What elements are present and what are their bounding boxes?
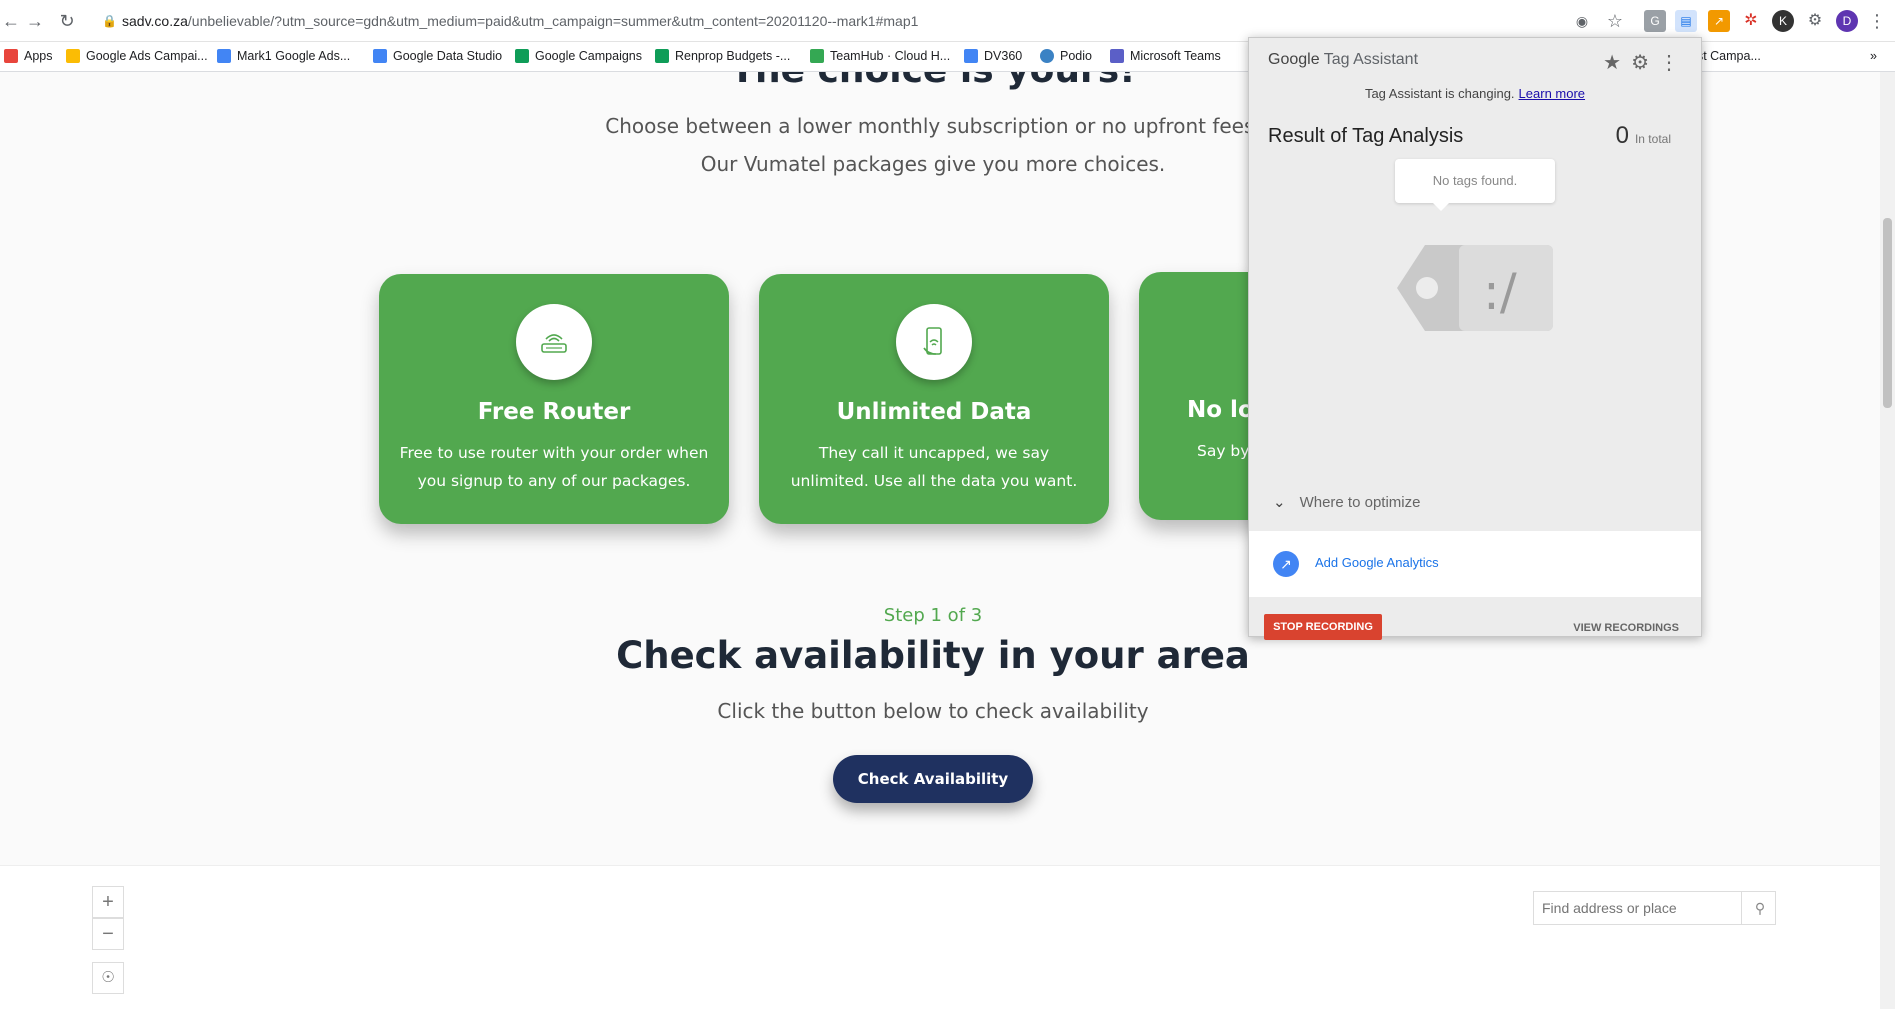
add-google-analytics-row[interactable]: ↗ Add Google Analytics xyxy=(1249,531,1701,597)
bookmark-mark1-google-ads[interactable]: Mark1 Google Ads... xyxy=(217,49,350,63)
bookmark-google-campaigns[interactable]: Google Campaigns xyxy=(515,49,642,63)
teamhub-icon xyxy=(810,49,824,63)
search-icon[interactable]: ⚲ xyxy=(1744,892,1776,924)
add-google-analytics-link[interactable]: Add Google Analytics xyxy=(1315,555,1439,570)
analytics-extension-icon[interactable]: ↗ xyxy=(1708,10,1730,32)
tag-assistant-brand: Google Tag Assistant xyxy=(1268,51,1418,69)
bookmark-label: Google Ads Campai... xyxy=(86,49,208,63)
extensions-puzzle-icon[interactable]: ⚙ xyxy=(1804,10,1826,32)
map-search-input[interactable] xyxy=(1534,892,1742,924)
bookmark-label: Google Campaigns xyxy=(535,49,643,63)
reload-icon[interactable]: ↻ xyxy=(56,10,78,32)
zoom-in-button[interactable]: + xyxy=(92,886,124,918)
extension-k-icon[interactable]: K xyxy=(1772,10,1794,32)
teams-icon xyxy=(1110,49,1124,63)
bookmark-star-icon[interactable]: ☆ xyxy=(1604,10,1626,32)
changing-text: Tag Assistant is changing. xyxy=(1364,86,1515,101)
popup-toolbar: ★ ⚙ ⋮ xyxy=(1603,50,1679,75)
bookmark-label: Mark1 Google Ads... xyxy=(237,49,351,63)
lock-icon: 🔒 xyxy=(102,14,117,28)
page-scrollbar[interactable] xyxy=(1880,72,1895,1009)
bookmark-apps[interactable]: Apps xyxy=(4,49,53,63)
sheets-icon xyxy=(655,49,669,63)
forward-icon[interactable]: → xyxy=(24,10,46,32)
star-icon[interactable]: ★ xyxy=(1603,50,1621,75)
tag-assistant-popup: Google Tag Assistant ★ ⚙ ⋮ Tag Assistant… xyxy=(1248,37,1702,640)
browser-menu-icon[interactable]: ⋮ xyxy=(1866,10,1888,32)
google-g-icon xyxy=(964,49,978,63)
url-path: /unbelievable/?utm_source=gdn&utm_medium… xyxy=(187,13,919,29)
result-title: Result of Tag Analysis xyxy=(1268,125,1464,147)
brand-name: Tag Assistant xyxy=(1323,51,1419,68)
bookmark-renprop-budgets[interactable]: Renprop Budgets -... xyxy=(655,49,790,63)
tag-count-label: In total xyxy=(1634,132,1671,146)
chevron-down-icon: ⌄ xyxy=(1273,494,1286,511)
tag-count-value: 0 xyxy=(1615,122,1629,149)
map-area[interactable]: + − ☉ ⚲ xyxy=(0,865,1880,1009)
card-title: Unlimited Data xyxy=(836,399,1032,425)
url-host: sadv.co.za xyxy=(122,13,188,29)
sheets-icon xyxy=(515,49,529,63)
more-vert-icon[interactable]: ⋮ xyxy=(1659,50,1679,75)
url-text: sadv.co.za/unbelievable/?utm_source=gdn&… xyxy=(122,7,918,35)
data-studio-icon xyxy=(373,49,387,63)
card-text: Free to use router with your order when … xyxy=(399,444,709,490)
bookmark-label: Podio xyxy=(1060,49,1092,63)
google-ads-icon xyxy=(217,49,231,63)
back-icon[interactable]: ← xyxy=(0,10,22,32)
popup-header: Google Tag Assistant ★ ⚙ ⋮ xyxy=(1249,38,1701,74)
browser-toolbar: ← → ↻ 🔒 sadv.co.za/unbelievable/?utm_sou… xyxy=(0,0,1895,42)
bookmark-google-data-studio[interactable]: Google Data Studio xyxy=(373,49,502,63)
bookmark-dv360[interactable]: DV360 xyxy=(964,49,1022,63)
view-recordings-button[interactable]: VIEW RECORDINGS xyxy=(1573,622,1679,634)
feature-card-free-router: Free Router Free to use router with your… xyxy=(379,274,729,524)
feature-card-unlimited-data: Unlimited Data They call it uncapped, we… xyxy=(759,274,1109,524)
bookmark-teamhub[interactable]: TeamHub · Cloud H... xyxy=(810,49,950,63)
bookmark-microsoft-teams[interactable]: Microsoft Teams xyxy=(1110,49,1221,63)
brand-google: Google xyxy=(1268,51,1320,68)
check-availability-button[interactable]: Check Availability xyxy=(833,755,1033,803)
card-title: Free Router xyxy=(477,399,631,425)
locate-me-icon[interactable]: ☉ xyxy=(92,962,124,994)
stop-recording-button[interactable]: STOP RECORDING xyxy=(1264,614,1382,640)
bookmark-label: Renprop Budgets -... xyxy=(675,49,791,63)
optimize-label: Where to optimize xyxy=(1299,494,1421,511)
changing-notice: Tag Assistant is changing. Learn more xyxy=(1249,86,1701,101)
podio-icon xyxy=(1040,49,1054,63)
google-ads-icon xyxy=(66,49,80,63)
gear-icon[interactable]: ⚙ xyxy=(1631,50,1649,75)
apps-grid-icon xyxy=(4,49,18,63)
no-tags-tooltip: No tags found. xyxy=(1395,159,1555,211)
where-to-optimize-toggle[interactable]: ⌄ Where to optimize xyxy=(1273,493,1420,511)
address-bar[interactable]: 🔒 sadv.co.za/unbelievable/?utm_source=gd… xyxy=(92,7,1649,35)
more-bookmarks-icon[interactable]: » xyxy=(1870,49,1877,63)
extension-red-icon[interactable]: ✲ xyxy=(1740,10,1762,32)
map-search: ⚲ xyxy=(1533,891,1776,925)
empty-tag-icon: :/ xyxy=(1397,245,1553,331)
svg-text::/: :/ xyxy=(1483,263,1517,321)
bookmark-label: DV360 xyxy=(984,49,1023,63)
tag-assistant-extension-icon[interactable]: ▤ xyxy=(1675,10,1697,32)
profile-avatar[interactable]: D xyxy=(1836,10,1858,32)
extension-g-icon[interactable]: G xyxy=(1644,10,1666,32)
location-icon[interactable]: ◉ xyxy=(1571,10,1593,32)
bookmark-label: Google Data Studio xyxy=(393,49,503,63)
learn-more-link[interactable]: Learn more xyxy=(1519,86,1585,101)
phone-data-icon xyxy=(896,304,972,380)
arrow-up-right-icon: ↗ xyxy=(1273,551,1299,577)
card-text: They call it uncapped, we say unlimited.… xyxy=(790,444,1078,490)
bookmark-google-ads-campaigns[interactable]: Google Ads Campai... xyxy=(66,49,208,63)
router-icon xyxy=(516,304,592,380)
check-availability-title: Check availability in your area xyxy=(616,634,1250,677)
scrollbar-thumb[interactable] xyxy=(1883,218,1892,408)
bookmark-label: Apps xyxy=(24,49,53,63)
bookmark-label: TeamHub · Cloud H... xyxy=(830,49,951,63)
bookmark-podio[interactable]: Podio xyxy=(1040,49,1092,63)
bookmark-label: Microsoft Teams xyxy=(1130,49,1221,63)
zoom-out-button[interactable]: − xyxy=(92,918,124,950)
tag-count: 0 In total xyxy=(1616,122,1671,150)
check-availability-subtitle: Click the button below to check availabi… xyxy=(717,699,1149,723)
